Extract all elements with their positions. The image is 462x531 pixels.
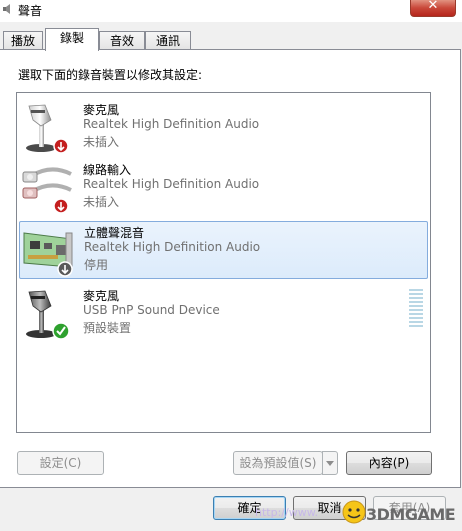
device-item[interactable]: 麥克風 USB PnP Sound Device 預設裝置 — [19, 285, 428, 343]
tab-recording[interactable]: 錄製 — [45, 28, 99, 51]
device-status: 未插入 — [83, 135, 120, 149]
input-level-meter — [409, 289, 423, 329]
properties-button[interactable]: 內容(P) — [346, 451, 432, 475]
tab-communications[interactable]: 通訊 — [145, 31, 191, 49]
device-status: 停用 — [84, 258, 109, 272]
microphone-icon — [26, 104, 69, 154]
window-title: 聲音 — [18, 4, 43, 18]
device-name: 線路輸入 — [83, 163, 132, 177]
device-name: 麥克風 — [83, 289, 120, 303]
sound-dialog: 聲音 ✕ 播放 錄製 音效 通訊 選取下面的錄音裝置以修改其設定: 麥克風 Re… — [0, 0, 462, 531]
device-description: Realtek High Definition Audio — [83, 177, 260, 191]
set-default-dropdown[interactable] — [322, 451, 338, 475]
tab-playback[interactable]: 播放 — [3, 31, 43, 49]
brand-watermark: 3DMGAME — [366, 505, 456, 524]
title-bar[interactable]: 聲音 ✕ — [0, 0, 462, 22]
device-item[interactable]: 麥克風 Realtek High Definition Audio 未插入 — [19, 99, 428, 157]
tab-sounds[interactable]: 音效 — [99, 31, 145, 49]
line-in-cable-icon — [22, 167, 72, 214]
recording-device-list[interactable]: 麥克風 Realtek High Definition Audio 未插入 線路… — [16, 92, 431, 433]
device-description: Realtek High Definition Audio — [83, 117, 260, 131]
close-icon: ✕ — [427, 0, 439, 13]
device-description: Realtek High Definition Audio — [84, 240, 261, 254]
device-name: 立體聲混音 — [84, 226, 145, 240]
smiley-mascot-icon — [342, 500, 366, 524]
instruction-text: 選取下面的錄音裝置以修改其設定: — [18, 68, 203, 82]
watermark-url: http://www. — [255, 506, 319, 519]
device-description: USB PnP Sound Device — [83, 303, 220, 317]
configure-button[interactable]: 設定(C) — [17, 451, 104, 475]
device-status: 未插入 — [83, 195, 120, 209]
chevron-down-icon — [326, 461, 334, 466]
device-item[interactable]: 線路輸入 Realtek High Definition Audio 未插入 — [19, 159, 428, 217]
speaker-icon — [3, 4, 10, 14]
device-item-selected[interactable]: 立體聲混音 Realtek High Definition Audio 停用 — [19, 221, 428, 279]
tab-strip: 播放 錄製 音效 通訊 — [0, 28, 462, 51]
device-status: 預設裝置 — [83, 321, 132, 335]
microphone-icon — [26, 290, 70, 340]
sound-card-icon — [23, 232, 73, 277]
device-name: 麥克風 — [83, 103, 120, 117]
set-default-button[interactable]: 設為預設值(S) — [233, 451, 323, 475]
close-button[interactable]: ✕ — [410, 0, 456, 17]
